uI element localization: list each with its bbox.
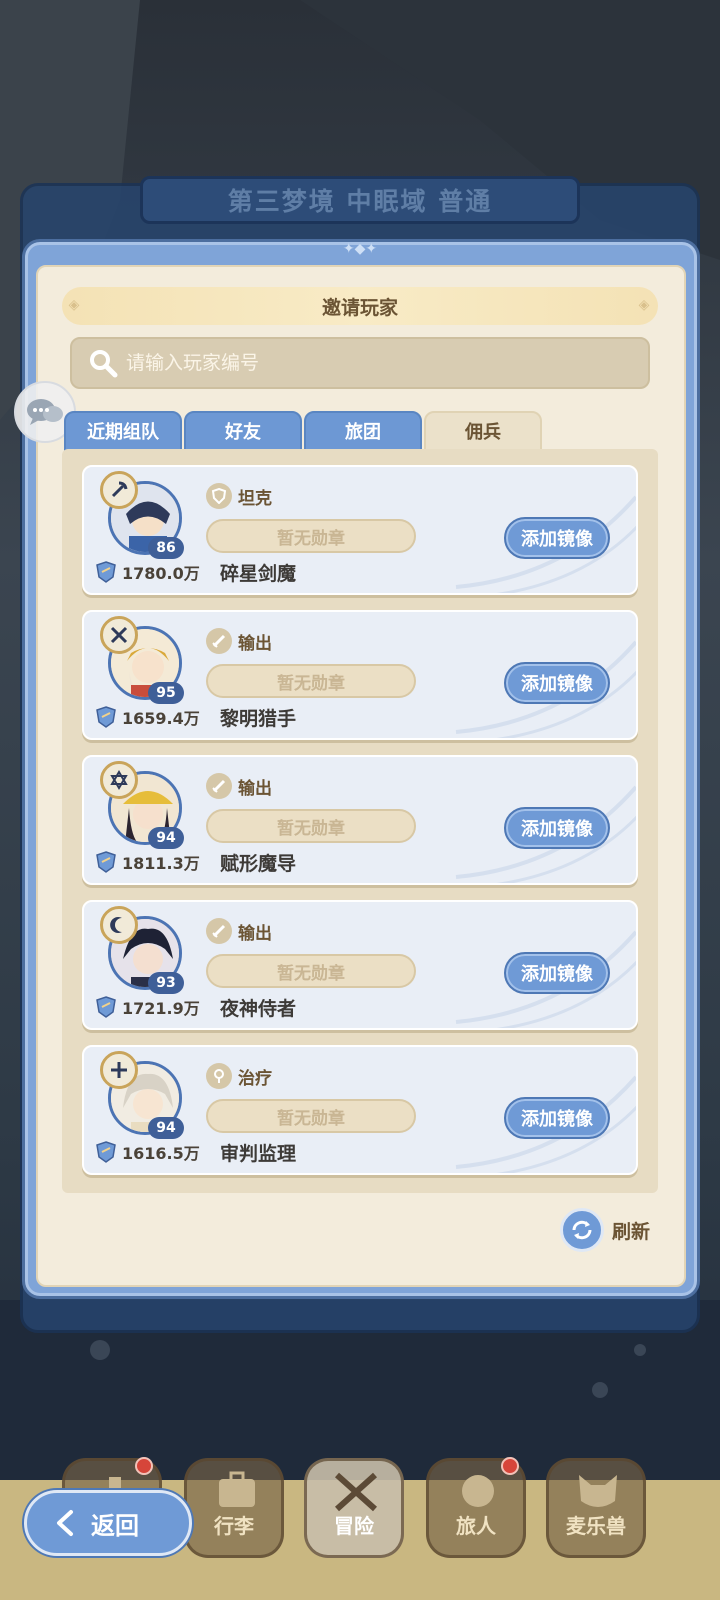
tab-mercenary[interactable]: 佣兵 <box>424 411 542 451</box>
pickaxe-class-icon <box>100 471 138 509</box>
moon-class-icon <box>100 906 138 944</box>
add-mirror-button[interactable]: 添加镜像 <box>504 807 610 849</box>
power-value: 1616.5万 <box>122 1144 200 1163</box>
hero-avatar: 95 <box>100 616 184 704</box>
level-badge: 94 <box>148 827 184 849</box>
nav-adventure[interactable]: 冒险 <box>304 1458 404 1558</box>
hero-avatar: 93 <box>100 906 184 994</box>
add-mirror-button[interactable]: 添加镜像 <box>504 662 610 704</box>
power-value: 1659.4万 <box>122 709 200 728</box>
hero-name: 碎星剑魔 <box>220 563 297 585</box>
diamond-icon: ◈ <box>638 297 650 313</box>
refresh-label: 刷新 <box>612 1220 651 1243</box>
hero-name: 审判监理 <box>220 1143 297 1165</box>
power-shield-icon <box>96 1141 116 1163</box>
luggage-icon <box>219 1471 255 1507</box>
nav-pet[interactable]: 麦乐兽 <box>546 1458 646 1558</box>
level-badge: 94 <box>148 1117 184 1139</box>
role-label: 输出 <box>238 923 272 944</box>
level-badge: 93 <box>148 972 184 994</box>
notification-dot <box>501 1457 519 1475</box>
back-label: 返回 <box>91 1511 139 1540</box>
nav-label: 麦乐兽 <box>566 1514 626 1538</box>
hero-avatar: 94 <box>100 1051 184 1139</box>
hero-avatar: 86 <box>100 471 184 559</box>
power-shield-icon <box>96 561 116 583</box>
power-value: 1721.9万 <box>122 999 200 1018</box>
chat-icon <box>27 399 63 425</box>
power-display: 1721.9万 <box>94 994 200 1020</box>
role-tag: 坦克 <box>206 483 272 509</box>
tab-recent-team[interactable]: 近期组队 <box>64 411 182 451</box>
diamond-icon: ◈ <box>68 297 80 313</box>
stage-title: 第三梦境 中眠域 普通 <box>140 176 580 224</box>
tab-guild[interactable]: 旅团 <box>304 411 422 451</box>
back-arrow-icon <box>57 1510 73 1536</box>
medal-status: 暂无勋章 <box>206 1099 416 1133</box>
role-tag: 输出 <box>206 918 272 944</box>
power-value: 1811.3万 <box>122 854 200 873</box>
notification-dot <box>135 1457 153 1475</box>
sword-icon <box>206 628 232 654</box>
add-mirror-button[interactable]: 添加镜像 <box>504 517 610 559</box>
add-mirror-button[interactable]: 添加镜像 <box>504 1097 610 1139</box>
nav-traveler[interactable]: 旅人 <box>426 1457 526 1558</box>
list-item: 95 1659.4万 输出 暂无勋章 黎明猎手 添加镜像 <box>82 610 638 740</box>
role-label: 输出 <box>238 633 272 654</box>
dialog-title: 邀请玩家 <box>62 287 658 325</box>
tab-friends[interactable]: 好友 <box>184 411 302 451</box>
crossbow-class-icon <box>100 616 138 654</box>
level-badge: 95 <box>148 682 184 704</box>
medal-status: 暂无勋章 <box>206 809 416 843</box>
role-tag: 治疗 <box>206 1063 272 1089</box>
search-icon <box>90 350 118 378</box>
nav-luggage[interactable]: 行李 <box>184 1458 284 1558</box>
list-item: 94 1811.3万 输出 暂无勋章 赋形魔导 添加镜像 <box>82 755 638 885</box>
list-item: 86 1780.0万 坦克 暂无勋章 碎星剑魔 添加镜像 <box>82 465 638 595</box>
sword-icon <box>206 918 232 944</box>
role-tag: 输出 <box>206 773 272 799</box>
level-badge: 86 <box>148 537 184 559</box>
medal-status: 暂无勋章 <box>206 954 416 988</box>
role-label: 输出 <box>238 778 272 799</box>
power-shield-icon <box>96 706 116 728</box>
traveler-icon <box>462 1475 494 1507</box>
hero-avatar: 94 <box>100 761 184 849</box>
refresh-icon <box>560 1208 604 1252</box>
cross-class-icon <box>100 1051 138 1089</box>
power-shield-icon <box>96 851 116 873</box>
hexagram-class-icon <box>100 761 138 799</box>
hero-name: 夜神侍者 <box>220 998 297 1020</box>
power-display: 1811.3万 <box>94 849 200 875</box>
role-label: 坦克 <box>238 488 272 509</box>
refresh-button[interactable]: 刷新 <box>560 1208 650 1252</box>
hero-name: 黎明猎手 <box>220 708 297 730</box>
list-item: 93 1721.9万 输出 暂无勋章 夜神侍者 添加镜像 <box>82 900 638 1030</box>
crossed-swords-icon <box>334 1472 378 1512</box>
power-value: 1780.0万 <box>122 564 200 583</box>
medal-status: 暂无勋章 <box>206 664 416 698</box>
medal-status: 暂无勋章 <box>206 519 416 553</box>
ornament-icon: ✦◆✦ <box>342 241 378 257</box>
player-search-bar[interactable] <box>70 337 650 389</box>
power-shield-icon <box>96 996 116 1018</box>
power-display: 1780.0万 <box>94 559 200 585</box>
power-display: 1616.5万 <box>94 1139 200 1165</box>
add-mirror-button[interactable]: 添加镜像 <box>504 952 610 994</box>
nav-label: 行李 <box>214 1514 254 1538</box>
hero-name: 赋形魔导 <box>220 853 297 875</box>
power-display: 1659.4万 <box>94 704 200 730</box>
shield-icon <box>206 483 232 509</box>
sword-icon <box>206 773 232 799</box>
player-id-input[interactable] <box>126 352 606 374</box>
heal-icon <box>206 1063 232 1089</box>
role-label: 治疗 <box>238 1068 272 1089</box>
role-tag: 输出 <box>206 628 272 654</box>
pet-icon <box>579 1475 617 1507</box>
back-button[interactable]: 返回 <box>24 1490 192 1556</box>
list-item: 94 1616.5万 治疗 暂无勋章 审判监理 添加镜像 <box>82 1045 638 1175</box>
